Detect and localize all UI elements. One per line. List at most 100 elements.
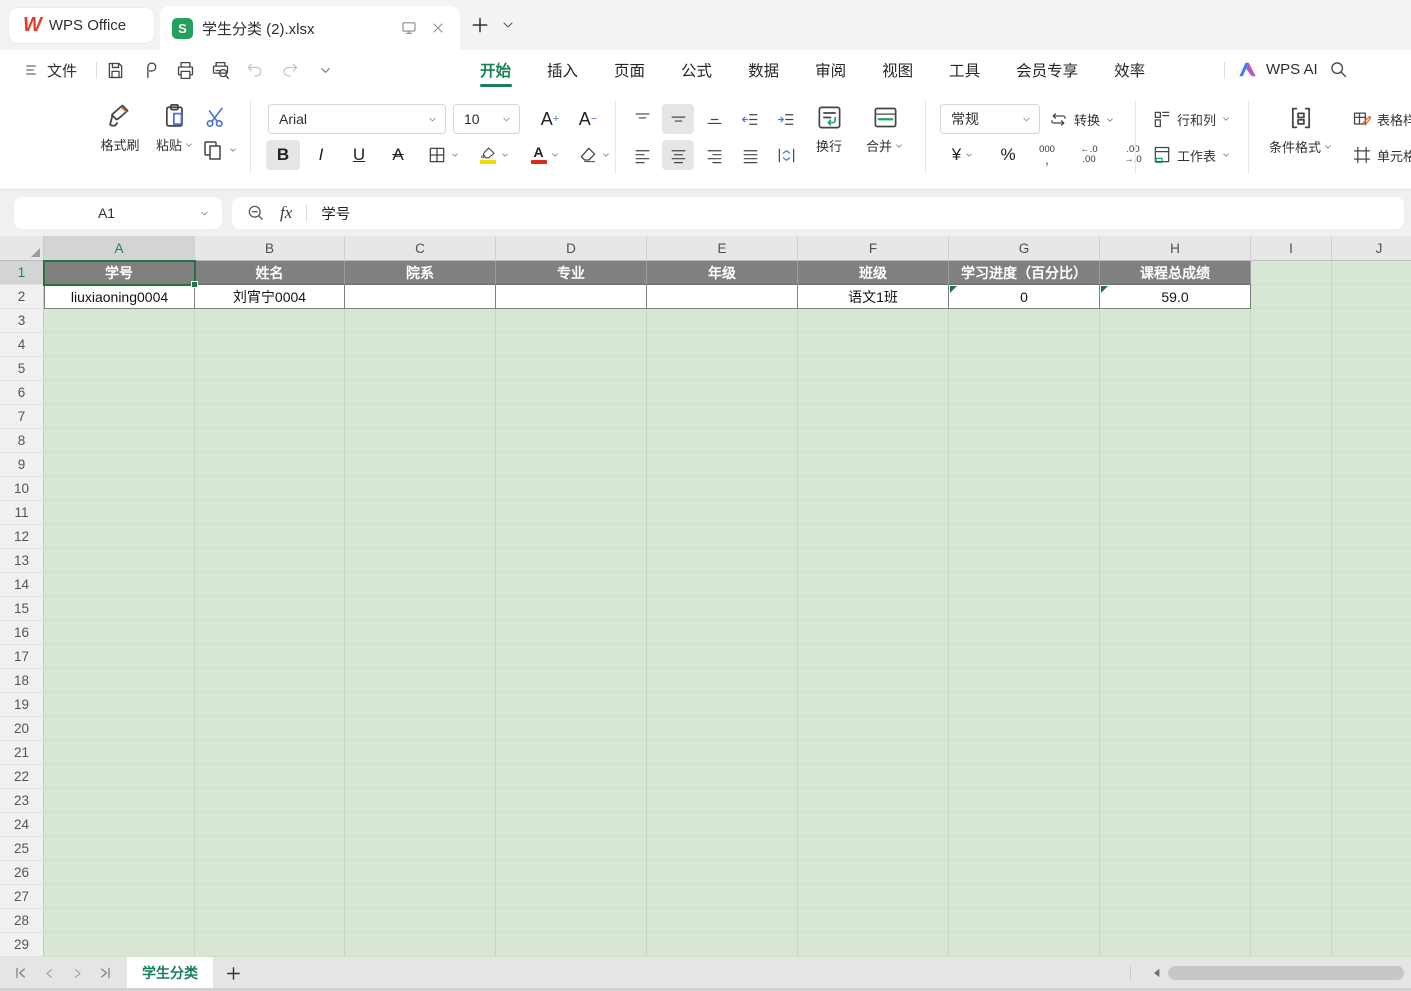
row-header-4[interactable]: 4 — [0, 333, 44, 357]
cell-D7[interactable] — [496, 405, 647, 429]
text-orientation-button[interactable] — [770, 140, 802, 170]
decrease-font-size-button[interactable]: A− — [570, 104, 606, 134]
align-middle-button[interactable] — [662, 104, 694, 134]
cell-I17[interactable] — [1251, 645, 1332, 669]
cell-H10[interactable] — [1100, 477, 1251, 501]
cell-B25[interactable] — [195, 837, 345, 861]
cell-A18[interactable] — [44, 669, 195, 693]
cell-I9[interactable] — [1251, 453, 1332, 477]
cell-C1[interactable]: 院系 — [345, 261, 496, 285]
cell-G19[interactable] — [949, 693, 1100, 717]
cell-J7[interactable] — [1332, 405, 1411, 429]
cell-B29[interactable] — [195, 933, 345, 957]
cell-H16[interactable] — [1100, 621, 1251, 645]
cell-D1[interactable]: 专业 — [496, 261, 647, 285]
row-header-24[interactable]: 24 — [0, 813, 44, 837]
row-header-9[interactable]: 9 — [0, 453, 44, 477]
cell-F3[interactable] — [798, 309, 949, 333]
cell-J12[interactable] — [1332, 525, 1411, 549]
cell-H3[interactable] — [1100, 309, 1251, 333]
cell-I13[interactable] — [1251, 549, 1332, 573]
cell-C23[interactable] — [345, 789, 496, 813]
cell-F27[interactable] — [798, 885, 949, 909]
cell-C19[interactable] — [345, 693, 496, 717]
cell-H14[interactable] — [1100, 573, 1251, 597]
cell-H17[interactable] — [1100, 645, 1251, 669]
cell-D17[interactable] — [496, 645, 647, 669]
cell-C26[interactable] — [345, 861, 496, 885]
cell-B28[interactable] — [195, 909, 345, 933]
cell-A1[interactable]: 学号 — [44, 261, 195, 285]
cell-E12[interactable] — [647, 525, 798, 549]
cell-H19[interactable] — [1100, 693, 1251, 717]
bold-button[interactable]: B — [266, 140, 300, 170]
cell-H6[interactable] — [1100, 381, 1251, 405]
cell-E13[interactable] — [647, 549, 798, 573]
cell-A4[interactable] — [44, 333, 195, 357]
cell-I29[interactable] — [1251, 933, 1332, 957]
cell-G23[interactable] — [949, 789, 1100, 813]
cell-G10[interactable] — [949, 477, 1100, 501]
cell-J6[interactable] — [1332, 381, 1411, 405]
cell-E26[interactable] — [647, 861, 798, 885]
worksheet-button[interactable]: 工作表 — [1152, 145, 1231, 165]
cell-I1[interactable] — [1251, 261, 1332, 285]
cell-E25[interactable] — [647, 837, 798, 861]
cell-E7[interactable] — [647, 405, 798, 429]
cell-A9[interactable] — [44, 453, 195, 477]
cell-I12[interactable] — [1251, 525, 1332, 549]
cut-button[interactable] — [203, 104, 229, 130]
last-sheet-icon[interactable] — [96, 964, 114, 982]
cell-B20[interactable] — [195, 717, 345, 741]
cell-A10[interactable] — [44, 477, 195, 501]
cell-I22[interactable] — [1251, 765, 1332, 789]
row-header-15[interactable]: 15 — [0, 597, 44, 621]
cell-H24[interactable] — [1100, 813, 1251, 837]
copy-button[interactable] — [201, 138, 238, 162]
cell-G22[interactable] — [949, 765, 1100, 789]
cell-J11[interactable] — [1332, 501, 1411, 525]
wrap-text-button[interactable]: 换行 — [804, 104, 854, 155]
cell-B3[interactable] — [195, 309, 345, 333]
cell-D6[interactable] — [496, 381, 647, 405]
cell-I23[interactable] — [1251, 789, 1332, 813]
cell-I7[interactable] — [1251, 405, 1332, 429]
cell-E3[interactable] — [647, 309, 798, 333]
decrease-decimal-button[interactable]: .00→.0 — [1116, 140, 1150, 170]
row-header-6[interactable]: 6 — [0, 381, 44, 405]
align-right-button[interactable] — [698, 140, 730, 170]
cell-A19[interactable] — [44, 693, 195, 717]
cell-G16[interactable] — [949, 621, 1100, 645]
previous-sheet-icon[interactable] — [40, 964, 58, 982]
cell-D24[interactable] — [496, 813, 647, 837]
cell-J15[interactable] — [1332, 597, 1411, 621]
cell-H22[interactable] — [1100, 765, 1251, 789]
cell-D26[interactable] — [496, 861, 647, 885]
cell-E19[interactable] — [647, 693, 798, 717]
cell-J27[interactable] — [1332, 885, 1411, 909]
close-tab-icon[interactable] — [428, 18, 448, 38]
cell-G12[interactable] — [949, 525, 1100, 549]
clear-format-button[interactable] — [572, 140, 616, 170]
cell-F1[interactable]: 班级 — [798, 261, 949, 285]
cell-I8[interactable] — [1251, 429, 1332, 453]
cell-F13[interactable] — [798, 549, 949, 573]
comma-format-button[interactable]: 000, — [1032, 140, 1062, 170]
cell-D29[interactable] — [496, 933, 647, 957]
cell-J29[interactable] — [1332, 933, 1411, 957]
cell-F2[interactable]: 语文1班 — [798, 285, 949, 309]
row-header-8[interactable]: 8 — [0, 429, 44, 453]
cell-G5[interactable] — [949, 357, 1100, 381]
cell-D3[interactable] — [496, 309, 647, 333]
cell-B14[interactable] — [195, 573, 345, 597]
cell-C25[interactable] — [345, 837, 496, 861]
cell-H29[interactable] — [1100, 933, 1251, 957]
cell-G13[interactable] — [949, 549, 1100, 573]
row-header-14[interactable]: 14 — [0, 573, 44, 597]
cell-E6[interactable] — [647, 381, 798, 405]
cell-H18[interactable] — [1100, 669, 1251, 693]
cell-A15[interactable] — [44, 597, 195, 621]
col-header-D[interactable]: D — [496, 236, 647, 261]
cell-G6[interactable] — [949, 381, 1100, 405]
cell-F29[interactable] — [798, 933, 949, 957]
